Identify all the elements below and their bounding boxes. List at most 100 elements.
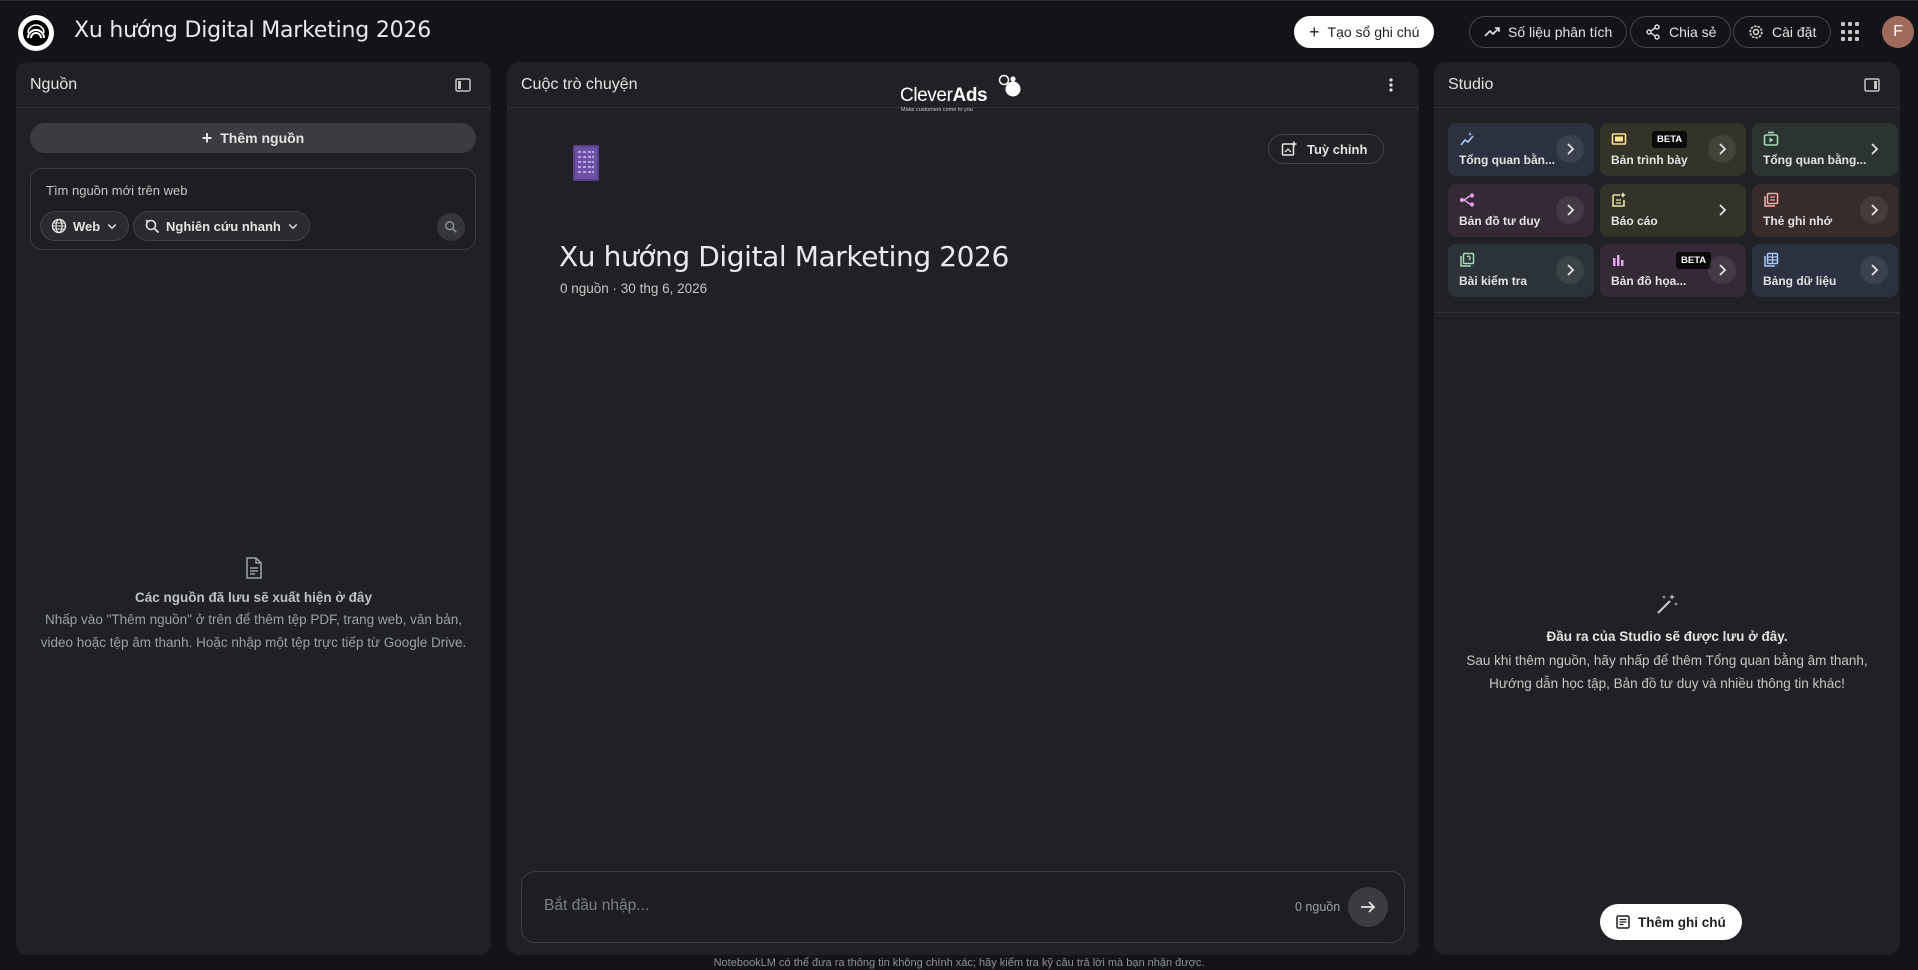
tile-label: Bài kiểm tra <box>1459 274 1528 288</box>
chevron-right-icon[interactable] <box>1708 135 1736 163</box>
globe-icon <box>51 218 67 234</box>
collapse-panel-icon[interactable] <box>1860 73 1884 97</box>
watermark-brand-bold: Ads <box>952 85 988 106</box>
video-overview-icon <box>1763 131 1779 146</box>
disclaimer-text: NotebookLM có thể đưa ra thông tin không… <box>713 957 1205 969</box>
collapse-panel-icon[interactable] <box>451 73 475 97</box>
customize-button[interactable]: Tuỳ chỉnh <box>1268 134 1385 164</box>
chevron-right-icon[interactable] <box>1708 196 1736 224</box>
studio-header: Studio <box>1434 62 1900 108</box>
chevron-down-icon <box>288 223 298 230</box>
tile-data-table[interactable]: Bảng dữ liệu <box>1752 244 1898 297</box>
studio-panel: Studio Tổng quan bằn... BETA Bản trình b… <box>1434 62 1900 955</box>
cleverads-watermark: CleverAds Make customers come to you <box>900 72 1030 113</box>
web-chip-label: Web <box>73 218 101 234</box>
watermark-brand-light: Clever <box>900 85 953 106</box>
tile-label: Thẻ ghi nhớ <box>1763 214 1833 228</box>
customize-label: Tuỳ chỉnh <box>1307 141 1368 157</box>
share-label: Chia sẻ <box>1669 24 1717 40</box>
magic-wand-icon <box>1657 594 1678 614</box>
trending-up-icon <box>1484 27 1500 37</box>
notebook-emoji-icon <box>571 144 601 182</box>
chevron-right-icon[interactable] <box>1708 256 1736 284</box>
mind-map-icon <box>1460 193 1474 207</box>
more-vert-icon[interactable] <box>1379 73 1403 97</box>
tile-flashcards[interactable]: Thẻ ghi nhớ <box>1752 184 1898 237</box>
plus-icon: + <box>1309 22 1320 42</box>
tile-slides[interactable]: BETA Bản trình bày <box>1600 123 1746 176</box>
add-note-label: Thêm ghi chú <box>1638 914 1726 930</box>
tile-mind-map[interactable]: Bản đồ tư duy <box>1448 184 1594 237</box>
studio-empty-description: Sau khi thêm nguồn, hãy nhấp để thêm Tổn… <box>1466 653 1868 691</box>
tile-label: Báo cáo <box>1611 214 1658 228</box>
tile-label: Bảng dữ liệu <box>1763 274 1837 288</box>
slides-icon <box>1611 133 1627 145</box>
watermark-brand: CleverAds <box>900 85 988 107</box>
share-button[interactable]: Chia sẻ <box>1630 16 1732 48</box>
watermark-tagline: Make customers come to you <box>901 107 973 113</box>
sources-title: Nguồn <box>30 75 78 93</box>
flashcards-icon <box>1764 192 1779 207</box>
chevron-right-icon[interactable] <box>1556 196 1584 224</box>
apps-grid-icon[interactable] <box>1841 22 1861 42</box>
tile-label: Bản đồ tư duy <box>1459 214 1541 228</box>
chevron-right-icon[interactable] <box>1860 196 1888 224</box>
studio-empty-title: Đầu ra của Studio sẽ được lưu ở đây. <box>1546 629 1788 644</box>
studio-title: Studio <box>1448 75 1494 93</box>
chat-notebook-title: Xu hướng Digital Marketing 2026 <box>559 240 1009 273</box>
customize-icon <box>1281 141 1297 156</box>
share-icon <box>1646 24 1660 40</box>
add-source-button[interactable]: + Thêm nguồn <box>30 123 476 153</box>
analytics-label: Số liệu phân tích <box>1508 24 1613 40</box>
tile-label: Bản trình bày <box>1611 153 1688 167</box>
quiz-icon <box>1460 252 1475 267</box>
web-dropdown[interactable]: Web <box>40 211 130 241</box>
create-notebook-button[interactable]: + Tạo sổ ghi chú <box>1294 16 1435 48</box>
search-icon <box>445 221 457 233</box>
tile-label: Tổng quan bằng... <box>1763 153 1867 167</box>
chevron-right-icon[interactable] <box>1556 256 1584 284</box>
arrow-right-icon <box>1361 901 1376 913</box>
watermark-dots-icon <box>998 74 1021 97</box>
chat-notebook-meta: 0 nguồn · 30 thg 6, 2026 <box>560 281 708 296</box>
tile-label: Tổng quan bằn... <box>1459 153 1555 167</box>
chevron-right-icon[interactable] <box>1860 135 1888 163</box>
settings-button[interactable]: Cài đặt <box>1733 16 1832 48</box>
infographic-icon <box>1613 255 1624 266</box>
sources-empty-title: Các nguồn đã lưu sẽ xuất hiện ở đây <box>135 590 372 605</box>
studio-divider <box>1434 312 1900 313</box>
report-icon <box>1612 192 1626 207</box>
chevron-down-icon <box>107 223 117 230</box>
tile-report[interactable]: Báo cáo <box>1600 184 1746 237</box>
tile-video-overview[interactable]: Tổng quan bằng... <box>1752 123 1898 176</box>
tile-quiz[interactable]: Bài kiểm tra <box>1448 244 1594 297</box>
chevron-right-icon[interactable] <box>1556 135 1584 163</box>
notebooklm-logo-icon[interactable] <box>18 15 54 51</box>
web-search-input[interactable]: Tìm nguồn mới trên web <box>46 183 187 198</box>
search-submit-button[interactable] <box>437 213 465 241</box>
settings-label: Cài đặt <box>1772 24 1817 40</box>
tile-audio-overview[interactable]: Tổng quan bằn... <box>1448 123 1594 176</box>
avatar[interactable]: F <box>1882 16 1914 48</box>
top-bar: Xu hướng Digital Marketing 2026 + Tạo sổ… <box>0 0 1918 62</box>
chat-panel: Cuộc trò chuyện CleverAds Make customers… <box>507 62 1419 955</box>
analytics-button[interactable]: Số liệu phân tích <box>1469 16 1628 48</box>
chevron-right-icon[interactable] <box>1860 256 1888 284</box>
gear-icon <box>1749 25 1763 39</box>
sources-panel: Nguồn + Thêm nguồn Tìm nguồn mới trên we… <box>16 62 491 955</box>
create-notebook-label: Tạo sổ ghi chú <box>1327 24 1420 40</box>
tile-infographic[interactable]: BETA Bản đồ họa... <box>1600 244 1746 297</box>
add-source-label: Thêm nguồn <box>220 130 305 146</box>
research-mode-dropdown[interactable]: Nghiên cứu nhanh <box>133 211 310 241</box>
search-sparkle-icon <box>145 219 160 234</box>
notebook-title[interactable]: Xu hướng Digital Marketing 2026 <box>74 18 431 43</box>
chat-composer: Bắt đầu nhập... 0 nguồn <box>521 871 1405 943</box>
sources-empty-description: Nhấp vào "Thêm nguồn" ở trên để thêm tệp… <box>40 612 467 650</box>
document-icon <box>245 557 262 579</box>
sources-header: Nguồn <box>16 62 491 108</box>
send-button[interactable] <box>1348 887 1388 927</box>
chat-input[interactable]: Bắt đầu nhập... <box>544 897 649 915</box>
web-source-search: Tìm nguồn mới trên web Web Nghiên cứu nh… <box>30 168 476 250</box>
add-note-button[interactable]: Thêm ghi chú <box>1600 904 1742 940</box>
data-table-icon <box>1764 252 1779 267</box>
